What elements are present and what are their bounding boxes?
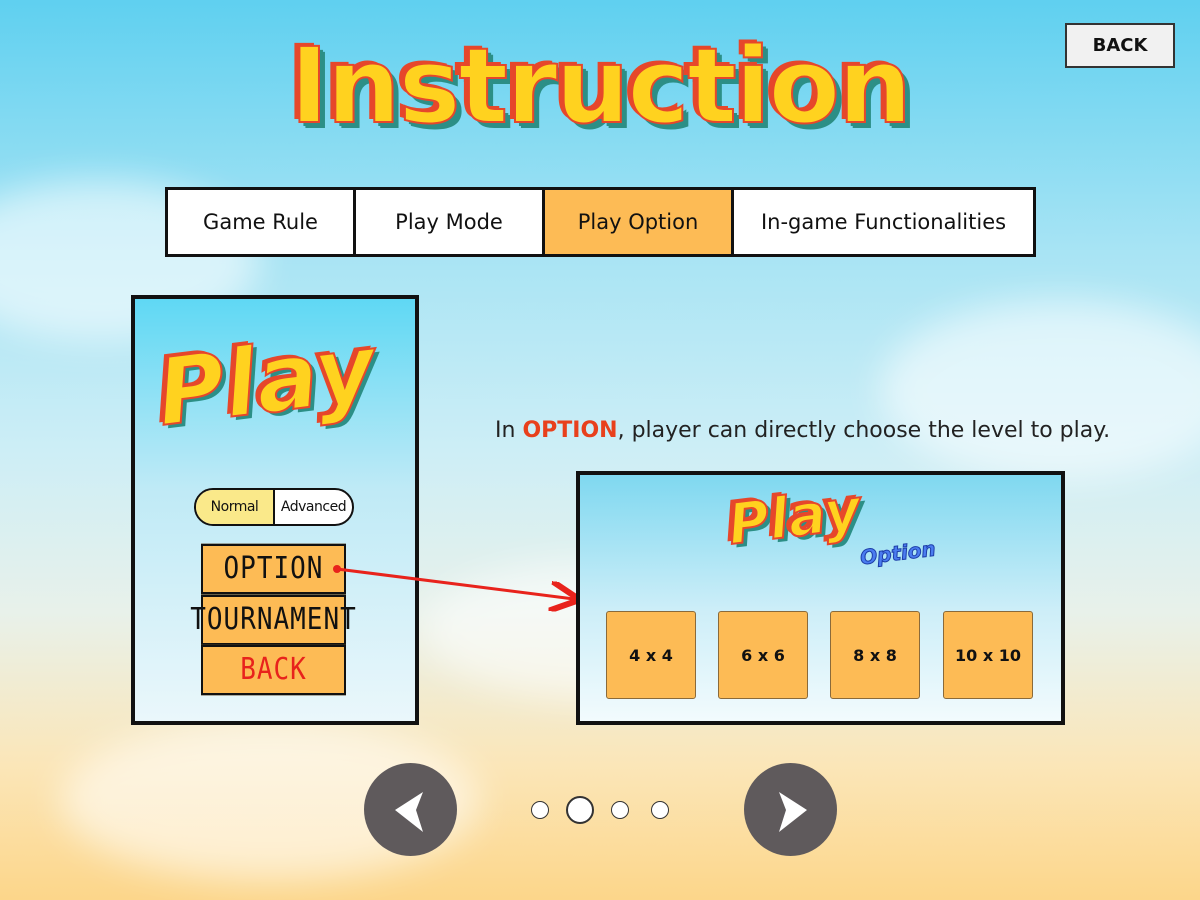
tournament-menu-button: TOURNAMENT <box>190 594 356 646</box>
play-logo: Play <box>150 313 382 448</box>
page-dot-4[interactable] <box>651 801 669 819</box>
back-menu-button: BACK <box>201 644 346 696</box>
mode-advanced: Advanced <box>280 499 347 515</box>
description-prefix: In <box>495 418 523 443</box>
mode-normal: Normal <box>196 490 275 524</box>
tab-play-option[interactable]: Play Option <box>545 190 731 254</box>
level-8x8: 8 x 8 <box>830 611 920 699</box>
page-title: Instruction <box>289 24 913 148</box>
prev-page-button[interactable] <box>364 763 457 856</box>
option-highlight: OPTION <box>522 418 618 443</box>
play-logo: Play <box>724 476 866 559</box>
tab-play-mode[interactable]: Play Mode <box>356 190 542 254</box>
level-6x6: 6 x 6 <box>718 611 808 699</box>
description-suffix: , player can directly choose the level t… <box>617 418 1111 443</box>
level-10x10: 10 x 10 <box>943 611 1033 699</box>
cloud <box>880 300 1200 480</box>
option-menu-button: OPTION <box>201 543 346 595</box>
next-page-button[interactable] <box>744 763 837 856</box>
triangle-right-icon <box>778 791 807 832</box>
play-option-preview: Play Option 4 x 4 6 x 6 8 x 8 10 x 10 <box>576 471 1065 725</box>
tab-in-game-functionalities[interactable]: In-game Functionalities <box>734 190 1033 254</box>
tab-bar: Game Rule Play Mode Play Option In-game … <box>165 187 1036 257</box>
level-4x4: 4 x 4 <box>606 611 696 699</box>
instruction-text: In OPTION, player can directly choose th… <box>495 418 1110 443</box>
tab-game-rule[interactable]: Game Rule <box>168 190 353 254</box>
option-subtitle: Option <box>858 536 937 570</box>
page-dot-3[interactable] <box>611 801 629 819</box>
triangle-left-icon <box>394 791 423 832</box>
page-dot-2-active[interactable] <box>566 796 594 824</box>
page-dot-1[interactable] <box>531 801 549 819</box>
mode-toggle: Normal Advanced <box>194 488 354 526</box>
play-menu-preview: Play Normal Advanced OPTION TOURNAMENT B… <box>131 295 419 725</box>
